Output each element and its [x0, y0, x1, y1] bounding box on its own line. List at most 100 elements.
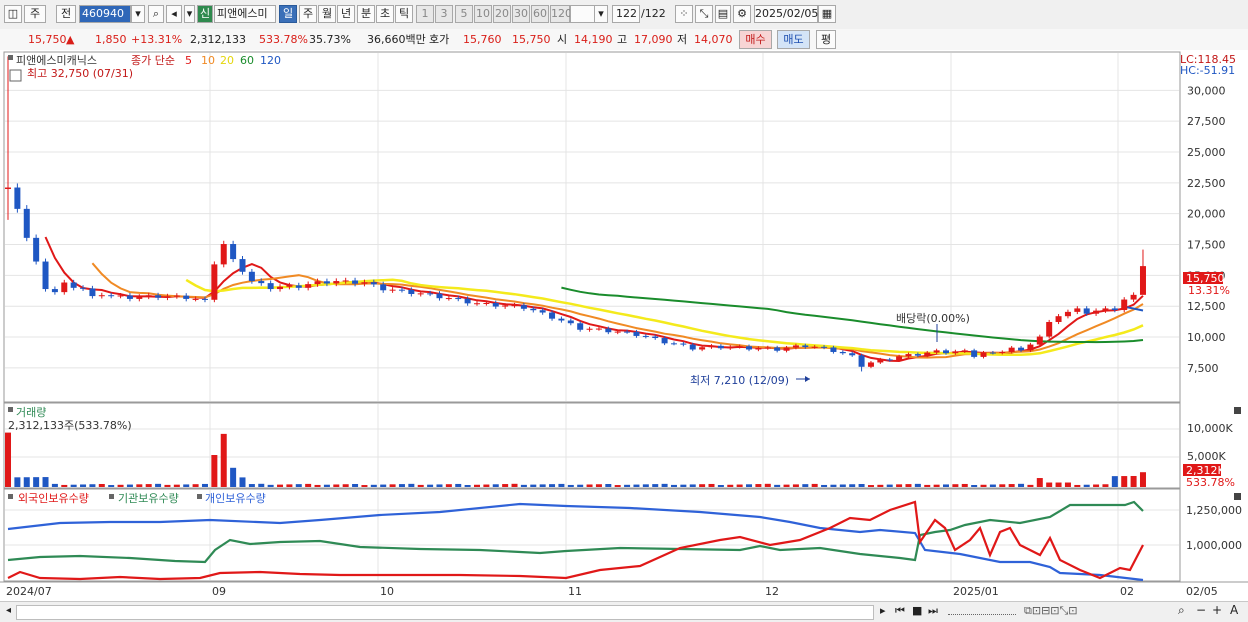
volume-bar	[736, 484, 743, 487]
stock-code-input[interactable]: 460940	[79, 5, 131, 23]
volume-bar	[520, 484, 527, 487]
period-0[interactable]: 일	[279, 5, 297, 23]
bottom-scrollbar[interactable]: ◂ ▸ ⏮ ■ ⏭ ⧉⊡⊟⊡⤡⊡ ⌕ − + A	[0, 601, 1248, 622]
dots-icon[interactable]: ⁘	[675, 5, 693, 23]
holding-tick-1250000: 1,250,000	[1186, 504, 1242, 517]
interval-30[interactable]: 30	[512, 5, 530, 23]
candle	[839, 351, 846, 354]
volume-bar	[511, 483, 518, 487]
market-select[interactable]: 주	[24, 5, 46, 23]
stock-name[interactable]: 피앤에스미	[214, 5, 276, 23]
candle	[1064, 311, 1071, 317]
calendar-icon[interactable]: ▦	[818, 5, 836, 23]
period-3[interactable]: 년	[337, 5, 355, 23]
scroll-left-icon[interactable]: ◂	[6, 605, 11, 616]
volume-bar	[577, 484, 584, 487]
candle	[98, 295, 105, 297]
candle	[1102, 308, 1109, 311]
buy-button[interactable]: 매수	[739, 30, 772, 49]
candle	[248, 271, 255, 282]
period-2[interactable]: 월	[318, 5, 336, 23]
period-6[interactable]: 틱	[395, 5, 413, 23]
period-5[interactable]: 초	[376, 5, 394, 23]
interval-10[interactable]: 10	[474, 5, 492, 23]
period-4[interactable]: 분	[357, 5, 375, 23]
candle	[980, 352, 987, 357]
candle	[455, 298, 462, 300]
volume-bar	[849, 484, 856, 487]
volume-bar	[877, 484, 884, 487]
window-menu-icon[interactable]: ◫	[4, 5, 22, 23]
interval-60[interactable]: 60	[531, 5, 549, 23]
zoom-out-icon[interactable]: −	[1196, 603, 1206, 617]
sell-button[interactable]: 매도	[777, 30, 810, 49]
prev-button[interactable]: 전	[56, 5, 76, 23]
font-size-icon[interactable]: A	[1230, 603, 1238, 617]
candle	[699, 347, 706, 350]
volume-bar	[1055, 482, 1062, 487]
gear-icon[interactable]: ⚙	[733, 5, 751, 23]
candle	[380, 284, 387, 291]
candle	[830, 347, 837, 352]
candle	[14, 187, 21, 209]
count-input[interactable]: 122	[612, 5, 640, 23]
search-icon[interactable]: ⌕	[148, 5, 164, 23]
candle	[614, 331, 621, 333]
x-axis-label: 02/05	[1186, 585, 1218, 598]
price-tick: 27,500	[1187, 115, 1226, 128]
zoom-in-icon[interactable]: +	[1212, 603, 1222, 617]
interval-20[interactable]: 20	[493, 5, 511, 23]
panel-toggle-icon	[8, 407, 13, 412]
period-1[interactable]: 주	[299, 5, 317, 23]
save-icon[interactable]: ▤	[715, 5, 731, 23]
candle	[736, 346, 743, 348]
chevron-down-icon[interactable]: ▾	[131, 5, 145, 23]
candle	[989, 352, 996, 354]
volume-bar	[811, 483, 818, 487]
volume-bar	[1093, 484, 1100, 487]
scroll-right-icon[interactable]: ▸	[880, 604, 886, 617]
zoom-slider[interactable]	[948, 608, 1016, 615]
interval-1[interactable]: 1	[416, 5, 434, 23]
volume-value: 2,312,133	[190, 33, 246, 46]
dividend-annotation: 배당락(0.00%)	[896, 312, 970, 325]
scroll-track[interactable]	[16, 605, 874, 620]
speaker-icon[interactable]: ◂	[166, 5, 182, 23]
rewind-icon[interactable]: ⏮	[895, 604, 905, 618]
interval-120[interactable]: 120	[550, 5, 572, 23]
candle	[502, 305, 509, 307]
chevron-down-icon[interactable]: ▾	[184, 5, 195, 23]
volume-bar	[455, 483, 462, 487]
volume-bar	[361, 485, 368, 487]
volume-bar	[586, 484, 593, 487]
candle	[352, 280, 359, 284]
volume-bar	[126, 484, 133, 487]
volume-bar	[1083, 484, 1090, 487]
candle	[408, 289, 415, 294]
interval-3[interactable]: 3	[435, 5, 453, 23]
magnifier-icon[interactable]: ⌕	[1178, 603, 1185, 618]
tools-icon[interactable]: ⧉⊡⊟⊡⤡⊡	[1024, 604, 1078, 618]
crosshair-icon[interactable]: ⤡	[695, 5, 713, 23]
candle	[708, 345, 715, 348]
volume-bar	[1121, 476, 1128, 487]
volume-bar	[549, 484, 556, 487]
candle	[689, 344, 696, 350]
volume-bar	[108, 485, 115, 487]
chevron-down-icon[interactable]: ▾	[594, 5, 608, 23]
chart-area[interactable]: 피앤에스미캐닉스 종가 단순 5 10 20 60 120 최고 32,750 …	[0, 50, 1248, 601]
interval-5[interactable]: 5	[455, 5, 473, 23]
volume-bar	[230, 467, 237, 487]
volume-bar	[558, 483, 565, 487]
candle	[342, 280, 349, 282]
volume-bar	[802, 484, 809, 487]
fast-forward-icon[interactable]: ⏭	[928, 604, 938, 618]
volume-bar	[699, 484, 706, 487]
date-input[interactable]: 2025/02/05	[754, 5, 818, 23]
candle	[70, 282, 77, 288]
stop-icon[interactable]: ■	[912, 604, 922, 617]
volume-bar	[896, 484, 903, 487]
candle	[924, 352, 931, 356]
evaluate-button[interactable]: 평	[816, 30, 836, 49]
candle	[811, 346, 818, 348]
